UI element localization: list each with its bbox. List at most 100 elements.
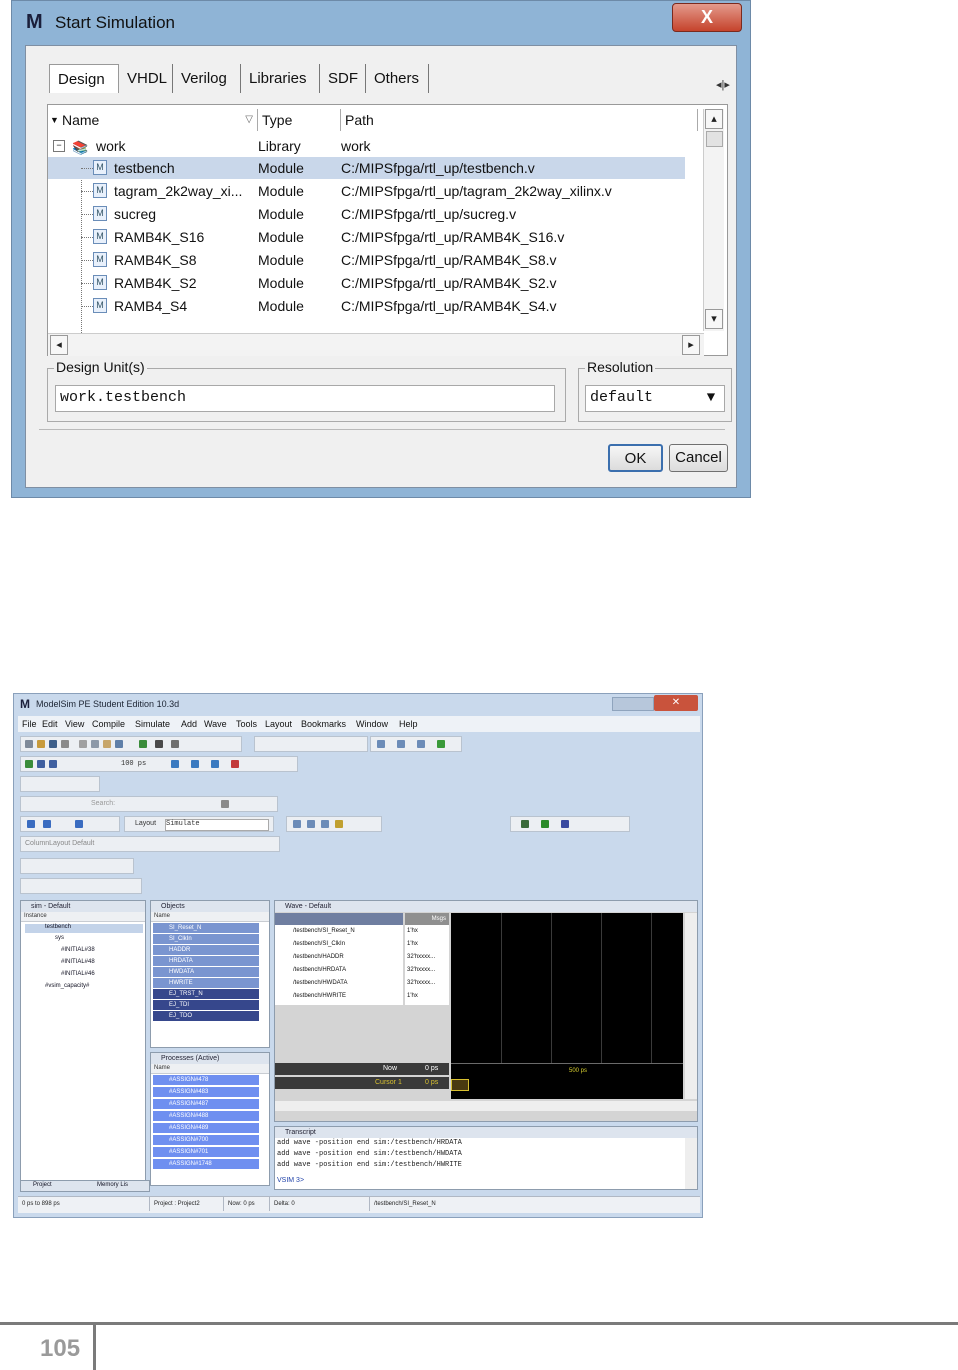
menu-layout[interactable]: Layout (265, 716, 292, 732)
tree-item[interactable]: #INITIAL#38 (61, 947, 95, 953)
transcript-prompt[interactable]: VSIM 3> (277, 1175, 304, 1186)
table-row[interactable]: M RAMB4K_S2 Module C:/MIPSfpga/rtl_up/RA… (48, 272, 685, 294)
object-item[interactable]: HWDATA (153, 967, 259, 977)
wave-signal[interactable]: /testbench/HRDATA (279, 964, 346, 977)
break-icon[interactable] (231, 760, 239, 768)
zoom-in-icon[interactable] (293, 820, 301, 828)
chevron-down-icon[interactable]: ▼ (700, 387, 722, 410)
edit-toolbar[interactable] (254, 736, 368, 752)
collapse-icon[interactable]: − (53, 140, 65, 152)
menu-file[interactable]: File (22, 716, 37, 732)
wave-signal[interactable]: /testbench/SI_Reset_N (279, 925, 355, 938)
close-button[interactable]: X (672, 3, 742, 32)
process-item[interactable]: #ASSIGN#700 (153, 1135, 259, 1145)
column-header-type[interactable]: Type (258, 109, 341, 131)
wave-signal[interactable]: /testbench/HADDR (279, 951, 344, 964)
object-item[interactable]: EJ_TRST_N (153, 989, 259, 999)
open-folder-icon[interactable] (37, 740, 45, 748)
search-input[interactable]: Search: (91, 800, 115, 807)
tab-vhdl[interactable]: VHDL (119, 64, 173, 93)
scroll-up-icon[interactable]: ▴ (705, 109, 723, 129)
tab-project[interactable]: Project (33, 1182, 52, 1188)
menu-compile[interactable]: Compile (92, 716, 125, 732)
object-item[interactable]: EJ_TDI (153, 1000, 259, 1010)
object-item[interactable]: EJ_TDO (153, 1011, 259, 1021)
run-continue-icon[interactable] (191, 760, 199, 768)
zoom-icon[interactable] (417, 740, 425, 748)
search-toolbar[interactable]: Search: (20, 796, 278, 812)
process-item[interactable]: #ASSIGN#478 (153, 1075, 259, 1085)
cancel-button[interactable]: Cancel (669, 444, 728, 472)
menu-help[interactable]: Help (399, 716, 418, 732)
process-item[interactable]: #ASSIGN#487 (153, 1099, 259, 1109)
resolution-select[interactable]: default ▼ (585, 385, 725, 412)
table-row[interactable]: M sucreg Module C:/MIPSfpga/rtl_up/sucre… (48, 203, 685, 225)
wave-edit-icon[interactable] (561, 820, 569, 828)
scroll-down-icon[interactable]: ▾ (705, 309, 723, 329)
scroll-thumb[interactable] (706, 131, 723, 147)
zoom-icon[interactable] (437, 740, 445, 748)
step-icon[interactable] (37, 760, 45, 768)
step-into-icon[interactable] (27, 820, 35, 828)
close-button[interactable]: ✕ (654, 695, 698, 711)
tab-design[interactable]: Design (49, 64, 119, 93)
table-row-selected[interactable]: M testbench Module C:/MIPSfpga/rtl_up/te… (48, 157, 685, 179)
scroll-left-icon[interactable]: ◂ (50, 335, 68, 355)
waveform-canvas[interactable]: 500 ps (451, 913, 683, 1099)
wave-edit-icon[interactable] (521, 820, 529, 828)
object-item[interactable]: HWRITE (153, 978, 259, 988)
menu-tools[interactable]: Tools (236, 716, 257, 732)
zoom-out-icon[interactable] (307, 820, 315, 828)
simulation-toolbar[interactable]: 100 ps (20, 756, 298, 772)
menu-add[interactable]: Add (181, 716, 197, 732)
step-toolbar[interactable] (20, 816, 120, 832)
msgs-header[interactable]: Msgs (405, 913, 449, 925)
design-units-input[interactable]: work.testbench (55, 385, 555, 412)
table-row[interactable]: M RAMB4_S4 Module C:/MIPSfpga/rtl_up/RAM… (48, 295, 685, 317)
transcript-scrollbar[interactable] (685, 1138, 697, 1189)
table-row[interactable]: M tagram_2k2way_xi... Module C:/MIPSfpga… (48, 180, 685, 202)
analysis-toolbar[interactable] (20, 776, 100, 792)
debug-toolbar[interactable] (20, 858, 134, 874)
wave-signal[interactable]: /testbench/SI_ClkIn (279, 938, 345, 951)
process-item[interactable]: #ASSIGN#489 (153, 1123, 259, 1133)
tree-item[interactable]: sys (55, 935, 64, 941)
layout-toolbar[interactable]: Layout Simulate (124, 816, 274, 832)
objects-name-header[interactable]: Name (151, 912, 269, 922)
step-over-icon[interactable] (49, 760, 57, 768)
scroll-right-icon[interactable]: ▸ (682, 335, 700, 355)
menu-window[interactable]: Window (356, 716, 388, 732)
copy-icon[interactable] (91, 740, 99, 748)
table-row[interactable]: M RAMB4K_S16 Module C:/MIPSfpga/rtl_up/R… (48, 226, 685, 248)
wave-signal[interactable]: /testbench/HWDATA (279, 977, 347, 990)
step-back-icon[interactable] (75, 820, 83, 828)
cursor-marker[interactable] (451, 1079, 469, 1091)
help-toolbar[interactable] (370, 736, 462, 752)
instance-header[interactable]: Instance (21, 912, 145, 922)
tab-libraries[interactable]: Libraries (241, 64, 320, 93)
object-item[interactable]: SI_ClkIn (153, 934, 259, 944)
column-header-path[interactable]: Path (341, 109, 698, 131)
zoom-cursor-icon[interactable] (335, 820, 343, 828)
wave-vertical-scrollbar[interactable] (685, 913, 697, 1099)
run-length-input[interactable]: 100 ps (121, 760, 146, 768)
run-icon[interactable] (171, 760, 179, 768)
ok-button[interactable]: OK (608, 444, 663, 472)
process-item[interactable]: #ASSIGN#483 (153, 1087, 259, 1097)
find-icon[interactable] (155, 740, 163, 748)
wave-signal[interactable]: /testbench/HWRITE (279, 990, 346, 1003)
tab-memory-list[interactable]: Memory Lis (97, 1182, 128, 1188)
column-header-name[interactable]: ▼ Name ▽ (48, 109, 258, 131)
wave-edit-icon[interactable] (541, 820, 549, 828)
processes-name-header[interactable]: Name (151, 1064, 269, 1074)
vertical-scrollbar[interactable]: ▴ ▾ (703, 109, 724, 331)
menu-simulate[interactable]: Simulate (135, 716, 170, 732)
tree-item-testbench[interactable]: testbench (25, 924, 143, 933)
wave-edit-toolbar[interactable] (510, 816, 630, 832)
print-icon[interactable] (61, 740, 69, 748)
zoom-full-icon[interactable] (321, 820, 329, 828)
table-row[interactable]: − 📚 work Library work (48, 135, 685, 157)
process-item[interactable]: #ASSIGN#701 (153, 1147, 259, 1157)
tab-others[interactable]: Others (366, 64, 429, 93)
process-item[interactable]: #ASSIGN#488 (153, 1111, 259, 1121)
